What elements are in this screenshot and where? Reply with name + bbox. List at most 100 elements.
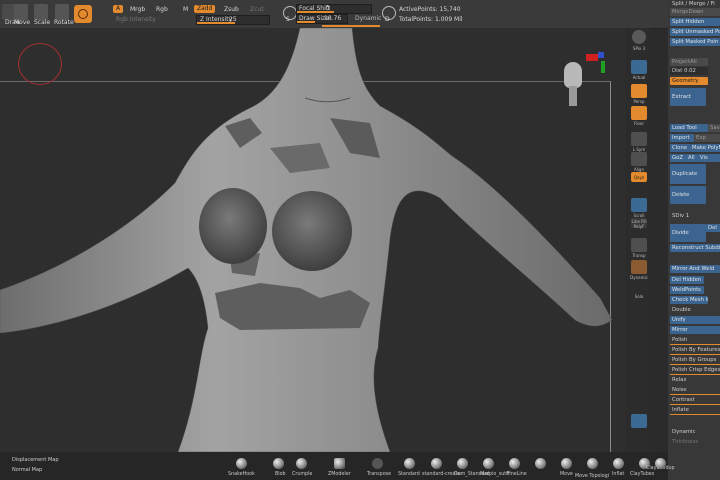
scroll-button[interactable] bbox=[631, 198, 647, 212]
mirror-and-weld-button[interactable]: Mirror And Weld bbox=[670, 265, 720, 273]
noise-slider[interactable]: Noise bbox=[670, 386, 720, 394]
spix-icon[interactable] bbox=[632, 30, 646, 44]
crumple-brush-icon[interactable] bbox=[296, 458, 307, 469]
mirror-button[interactable]: Mirror bbox=[670, 326, 720, 334]
z-intensity-slider[interactable]: Z Intensity 25 bbox=[196, 15, 270, 25]
all-button[interactable]: All bbox=[686, 154, 698, 162]
fineline-brush-icon[interactable] bbox=[509, 458, 520, 469]
transp-button[interactable] bbox=[631, 238, 647, 252]
polish-crisp-edges-toggle[interactable]: Polish Crisp Edges bbox=[670, 366, 720, 374]
unify-button[interactable]: Unify bbox=[670, 316, 720, 324]
move-mode-button[interactable] bbox=[14, 4, 28, 20]
move-brush-label: Move bbox=[560, 472, 573, 477]
dam-standard-brush-icon[interactable] bbox=[457, 458, 468, 469]
import-button[interactable]: Import bbox=[670, 134, 694, 142]
delete-button[interactable]: Delete bbox=[670, 186, 706, 204]
polish-by-features-toggle[interactable]: Polish By Features bbox=[670, 346, 720, 354]
transpose-brush-icon[interactable] bbox=[372, 458, 383, 469]
draw-size-slider[interactable]: Draw Size 18.76 bbox=[296, 14, 348, 24]
dynamic-underline bbox=[322, 25, 380, 27]
xpose-button[interactable] bbox=[631, 414, 647, 428]
sdiv-slider[interactable]: SDiv 1 bbox=[670, 212, 702, 220]
draw-size-value: 18.76 bbox=[324, 15, 342, 22]
zcut-button[interactable]: Zcut bbox=[250, 6, 264, 13]
focal-shift-slider[interactable]: Focal Shift 0 bbox=[296, 4, 372, 14]
align-button[interactable] bbox=[631, 152, 647, 166]
inflate-slider[interactable]: Inflate bbox=[670, 406, 720, 414]
a-button[interactable]: A bbox=[113, 5, 124, 13]
displacement-map-label[interactable]: Displacement Map bbox=[12, 457, 59, 463]
blob-brush-icon[interactable] bbox=[273, 458, 284, 469]
polish-by-groups-toggle[interactable]: Polish By Groups bbox=[670, 356, 720, 364]
floor-button[interactable] bbox=[631, 106, 647, 120]
top-toolbar: Draw Move Scale Rotate A Mrgb Rgb M Rgb … bbox=[0, 0, 668, 29]
rotate-mode-button[interactable] bbox=[55, 4, 69, 20]
reconstruct-subdiv-button[interactable]: Reconstruct Subdiv bbox=[670, 244, 720, 252]
split-masked-button[interactable]: Split Masked Poin bbox=[670, 38, 720, 46]
viewport-canvas[interactable] bbox=[0, 28, 626, 475]
right-toolbar: SPix 3 Actual Persp Floor L.Sym Align Qx… bbox=[628, 28, 650, 452]
lsym-button[interactable] bbox=[631, 132, 647, 146]
navigation-head-icon[interactable] bbox=[562, 60, 584, 112]
mergedown-button[interactable]: MergeDown bbox=[670, 8, 720, 16]
z-intensity-label: Z Intensity bbox=[200, 16, 233, 23]
brush-selector-button[interactable] bbox=[74, 5, 92, 23]
check-mesh-int-button[interactable]: Check Mesh Int bbox=[670, 296, 708, 304]
visible-button[interactable]: Vis bbox=[698, 154, 720, 162]
make-polymesh-button[interactable]: Make PolyMe bbox=[690, 144, 720, 152]
zadd-button[interactable]: Zadd bbox=[194, 5, 216, 13]
linefill-label: Line Fill PolyF bbox=[631, 219, 647, 229]
duplicate-button[interactable]: Duplicate bbox=[670, 164, 706, 184]
marpio-brush-label: Marpio_sutff bbox=[480, 472, 510, 477]
rgb-intensity-slider[interactable]: Rgb Intensity bbox=[116, 16, 156, 23]
divide-button[interactable]: Divide bbox=[670, 224, 706, 242]
dynamic-subpalette[interactable]: Dynamic bbox=[670, 428, 702, 436]
geometry-button[interactable]: Geometry bbox=[670, 77, 708, 85]
move-topological-brush-icon[interactable] bbox=[561, 458, 572, 469]
projectall-button[interactable]: ProjectAll bbox=[670, 58, 708, 66]
move-brush-icon[interactable] bbox=[535, 458, 546, 469]
standard-crease-brush-icon[interactable] bbox=[431, 458, 442, 469]
extract-button[interactable]: Extract bbox=[670, 88, 706, 106]
axis-gizmo-icon[interactable] bbox=[586, 52, 610, 76]
actual-button[interactable] bbox=[631, 60, 647, 74]
export-button[interactable]: Exp bbox=[694, 134, 720, 142]
marpio-brush-icon[interactable] bbox=[483, 458, 494, 469]
weldpoints-button[interactable]: WeldPoints bbox=[670, 286, 704, 294]
sculpt-model bbox=[0, 28, 613, 452]
rotate-label: Rotate bbox=[54, 19, 74, 26]
split-hidden-button[interactable]: Split Hidden bbox=[670, 18, 720, 26]
dynamic-toggle[interactable]: Dynamic bbox=[355, 15, 381, 22]
dist-slider[interactable]: Dist 0.02 bbox=[670, 67, 708, 75]
thickness-slider[interactable]: Thickness bbox=[670, 438, 702, 446]
hpolish-brush-icon[interactable] bbox=[655, 458, 666, 469]
scale-mode-button[interactable] bbox=[34, 4, 48, 20]
zmodeler-brush-icon[interactable] bbox=[334, 458, 345, 469]
m-button[interactable]: M bbox=[183, 6, 188, 13]
claytubes-brush-icon[interactable] bbox=[613, 458, 624, 469]
zsub-button[interactable]: Zsub bbox=[224, 6, 239, 13]
mrgb-button[interactable]: Mrgb bbox=[130, 6, 145, 13]
dynamic-button[interactable] bbox=[631, 260, 647, 274]
snakehook-brush-icon[interactable] bbox=[236, 458, 247, 469]
standard-brush-icon[interactable] bbox=[404, 458, 415, 469]
inflat-brush-icon[interactable] bbox=[587, 458, 598, 469]
goz-button[interactable]: GoZ bbox=[670, 154, 686, 162]
bottom-shelf: Displacement Map Normal Map SnakeHook Bl… bbox=[0, 452, 675, 480]
split-merge-header[interactable]: Split / Merge / Fi bbox=[670, 0, 720, 8]
save-button[interactable]: Sav bbox=[708, 124, 720, 132]
left-breast bbox=[199, 188, 267, 264]
del-lower-button[interactable]: Del bbox=[706, 224, 720, 232]
actual-label: Actual bbox=[632, 75, 646, 80]
load-tool-button[interactable]: Load Tool bbox=[670, 124, 708, 132]
polish-slider[interactable]: Polish bbox=[670, 336, 720, 344]
contrast-slider[interactable]: Contrast bbox=[670, 396, 720, 404]
rgb-button[interactable]: Rgb bbox=[156, 6, 168, 13]
relax-slider[interactable]: Relax bbox=[670, 376, 720, 384]
normal-map-label[interactable]: Normal Map bbox=[12, 467, 42, 473]
clone-button[interactable]: Clone bbox=[670, 144, 690, 152]
split-unmasked-button[interactable]: Split Unmasked Poi bbox=[670, 28, 720, 36]
del-hidden-button[interactable]: Del Hidden bbox=[670, 276, 704, 284]
double-toggle[interactable]: Double bbox=[670, 306, 708, 314]
persp-button[interactable] bbox=[631, 84, 647, 98]
